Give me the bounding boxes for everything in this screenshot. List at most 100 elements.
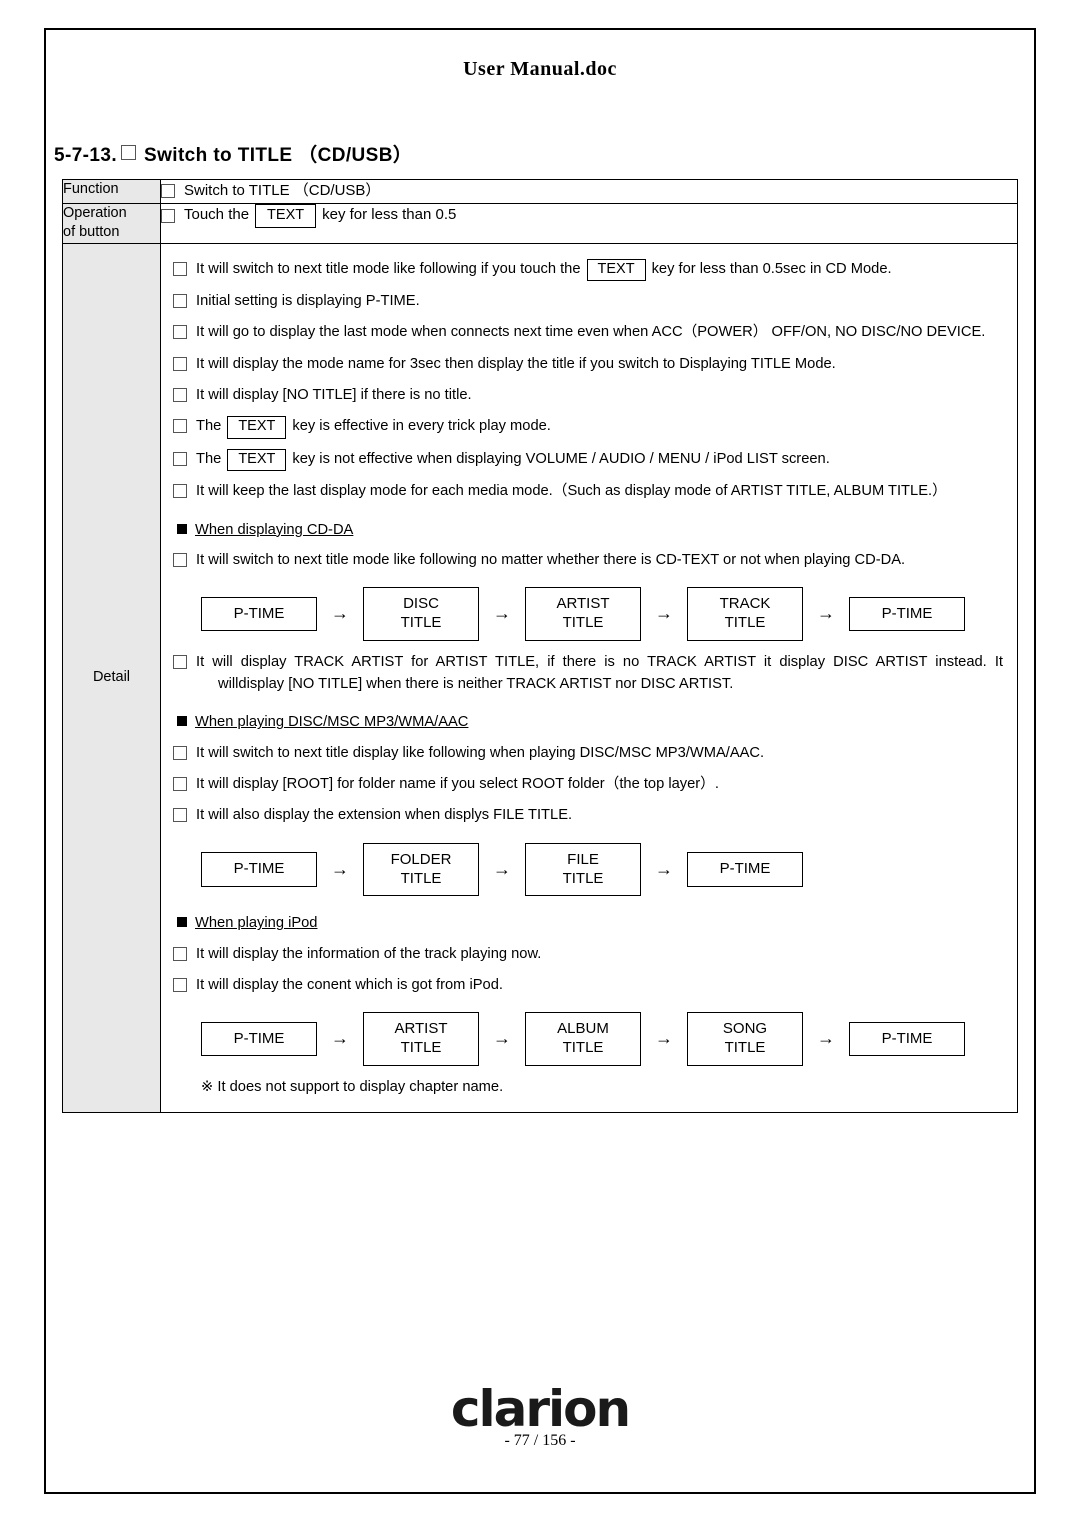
flow-box-line1: FILE xyxy=(567,850,599,868)
subsection-heading-text: When playing iPod xyxy=(195,915,318,932)
flow-box: SONG TITLE xyxy=(687,1012,803,1066)
detail-text: The xyxy=(196,418,222,435)
arrow-icon: → xyxy=(493,1028,511,1049)
text-key-box: TEXT xyxy=(586,258,646,282)
detail-text: It will display the mode name for 3sec t… xyxy=(196,355,836,372)
flow-box-line1: ALBUM xyxy=(557,1020,609,1038)
square-bullet-icon xyxy=(177,523,187,534)
function-value: Switch to TITLE （CD/USB） xyxy=(184,182,381,199)
section-heading: 5-7-13. Switch to TITLE （CD/USB） xyxy=(54,140,412,167)
flow-box-line2: TITLE xyxy=(400,1039,442,1057)
detail-text: It will display [NO TITLE] if there is n… xyxy=(196,387,472,404)
subsection-heading-ipod: When playing iPod xyxy=(177,912,1003,934)
page: User Manual.doc 5-7-13. Switch to TITLE （… xyxy=(0,0,1080,1528)
spec-table: Function Switch to TITLE （CD/USB） Operat… xyxy=(62,179,1018,1114)
detail-body: It will switch to next title mode like f… xyxy=(161,244,1017,1113)
detail-item: It will switch to next title mode like f… xyxy=(173,258,1003,282)
table-row-function: Function Switch to TITLE （CD/USB） xyxy=(62,179,1018,204)
checkbox-icon xyxy=(173,654,187,669)
detail-item: It will also display the extension when … xyxy=(173,804,1003,826)
flow-box-line1: DISC xyxy=(403,595,439,613)
detail-item: It will display the information of the t… xyxy=(173,943,1003,965)
subsection-heading-text: When playing DISC/MSC MP3/WMA/AAC xyxy=(195,714,469,731)
flow-box: P-TIME xyxy=(201,596,317,632)
flow-box: DISC TITLE xyxy=(363,587,479,641)
detail-text: It will switch to next title mode like f… xyxy=(196,551,906,568)
table-row-operation: Operation of button Touch the TEXT key f… xyxy=(62,202,1018,244)
detail-text-post: key is not effective when displaying VOL… xyxy=(292,450,830,467)
flow-box-line1: SONG xyxy=(722,1020,768,1038)
detail-item: Initial setting is displaying P-TIME. xyxy=(173,290,1003,312)
detail-text: It will switch to next title display lik… xyxy=(196,744,765,761)
checkbox-icon xyxy=(173,325,187,340)
flow-box: P-TIME xyxy=(849,596,965,632)
arrow-icon: → xyxy=(655,858,673,879)
label-function: Function xyxy=(62,179,161,204)
flow-box-line1: P-TIME xyxy=(881,1029,933,1047)
detail-text: It will display TRACK ARTIST for ARTIST … xyxy=(196,653,1003,670)
detail-text-continued: willdisplay [NO TITLE] when there is nei… xyxy=(218,676,734,693)
detail-item: It will switch to next title mode like f… xyxy=(173,549,1003,571)
arrow-icon: → xyxy=(655,603,673,624)
arrow-icon: → xyxy=(493,858,511,879)
detail-item: The TEXT key is not effective when display… xyxy=(173,448,1003,472)
flow-box-line2: TITLE xyxy=(562,1039,604,1057)
detail-text: It will display the information of the t… xyxy=(196,945,542,962)
flow-box: P-TIME xyxy=(201,1021,317,1057)
detail-text: It will go to display the last mode when… xyxy=(196,324,986,341)
flow-box-line2: TITLE xyxy=(724,1039,766,1057)
detail-text: It will also display the extension when … xyxy=(196,807,573,824)
flow-box-line1: P-TIME xyxy=(719,860,771,878)
flow-box-line2: TITLE xyxy=(562,869,604,887)
flow-diagram-ipod: P-TIME → ARTIST TITLE → ALBUM TITLE → SO… xyxy=(201,1012,1003,1066)
checkbox-icon xyxy=(173,808,187,823)
detail-item: It will display [NO TITLE] if there is n… xyxy=(173,384,1003,406)
checkbox-icon xyxy=(173,419,187,434)
operation-post: key for less than 0.5 xyxy=(322,206,457,224)
flow-box-line1: P-TIME xyxy=(233,860,285,878)
checkbox-icon xyxy=(173,261,187,276)
detail-item: It will display [ROOT] for folder name i… xyxy=(173,773,1003,795)
label-operation: Operation of button xyxy=(62,202,161,244)
detail-text: It will display the conent which is got … xyxy=(196,976,503,993)
checkbox-icon xyxy=(173,388,187,403)
subsection-heading-cdda: When displaying CD-DA xyxy=(177,519,1003,541)
arrow-icon: → xyxy=(331,603,349,624)
arrow-icon: → xyxy=(817,603,835,624)
text-key-box: TEXT xyxy=(227,448,287,472)
checkbox-icon xyxy=(173,977,187,992)
detail-item: It will display TRACK ARTIST for ARTIST … xyxy=(173,651,1003,696)
flow-diagram-mp3: P-TIME → FOLDER TITLE → FILE TITLE → P-T… xyxy=(201,842,1003,897)
table-row-detail: Detail It will switch to next title mode… xyxy=(62,242,1018,1114)
detail-item: It will go to display the last mode when… xyxy=(173,321,1003,343)
label-operation-line1: Operation xyxy=(63,204,127,221)
brand-logo: clarion xyxy=(450,1380,631,1438)
checkbox-icon xyxy=(173,777,187,792)
detail-item: It will keep the last display mode for e… xyxy=(173,480,1003,502)
square-bullet-icon xyxy=(177,917,187,928)
flow-box-line2: TITLE xyxy=(400,869,442,887)
flow-box-line1: ARTIST xyxy=(556,595,610,613)
cell-function-value: Switch to TITLE （CD/USB） xyxy=(160,179,1018,204)
flow-box: P-TIME xyxy=(201,852,317,887)
detail-item: It will display the conent which is got … xyxy=(173,974,1003,996)
flow-box-line1: P-TIME xyxy=(233,1029,285,1047)
flow-box: ALBUM TITLE xyxy=(525,1012,641,1066)
detail-text-post: key is effective in every trick play mod… xyxy=(292,418,551,435)
cell-operation-value: Touch the TEXT key for less than 0.5 xyxy=(160,202,1018,244)
arrow-icon: → xyxy=(331,858,349,879)
flow-box: TRACK TITLE xyxy=(687,587,803,641)
detail-item: It will display the mode name for 3sec t… xyxy=(173,353,1003,375)
checkbox-icon xyxy=(173,745,187,760)
flow-box-line1: P-TIME xyxy=(233,604,285,622)
text-key-box: TEXT xyxy=(255,203,317,228)
subsection-heading-text: When displaying CD-DA xyxy=(195,521,354,538)
checkbox-icon xyxy=(173,356,187,371)
checkbox-icon xyxy=(173,946,187,961)
section-number: 5-7-13. xyxy=(54,145,118,166)
subsection-heading-mp3: When playing DISC/MSC MP3/WMA/AAC xyxy=(177,711,1003,733)
flow-box: P-TIME xyxy=(849,1021,965,1057)
detail-text: Initial setting is displaying P-TIME. xyxy=(196,293,420,310)
checkbox-icon xyxy=(173,451,187,466)
detail-text: The xyxy=(196,450,222,467)
